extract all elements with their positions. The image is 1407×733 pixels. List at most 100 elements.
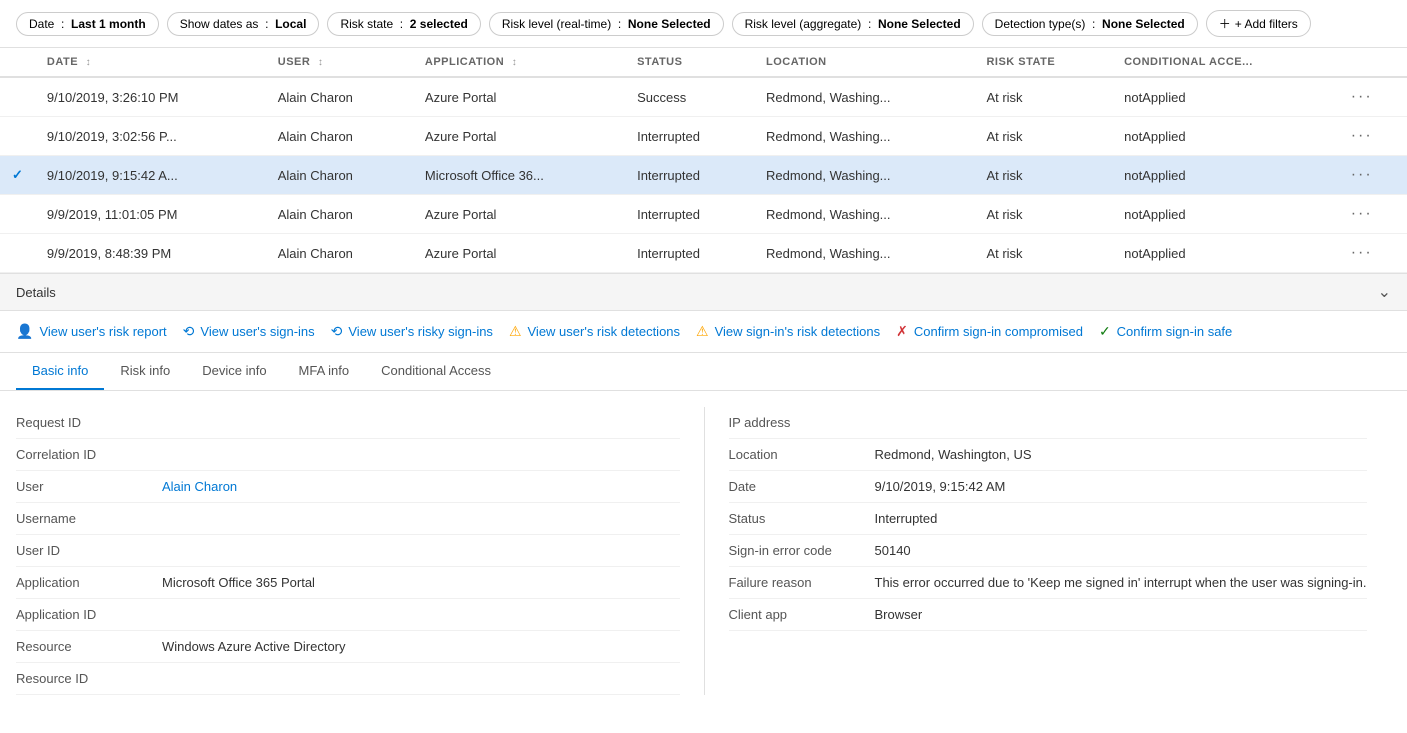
action-sign-ins-button[interactable]: ⟲ View user's sign-ins [183,323,315,340]
row-location: Redmond, Washing... [754,156,974,195]
action-confirm-safe-button[interactable]: ✓ Confirm sign-in safe [1099,323,1232,340]
row-status: Interrupted [625,195,754,234]
risk-level-realtime-label: Risk level (real-time) [502,17,611,31]
tab-mfa-info[interactable]: MFA info [283,353,366,390]
risk-report-label: View user's risk report [39,324,166,339]
risk-level-aggregate-filter[interactable]: Risk level (aggregate) : None Selected [732,12,974,36]
detail-label: User [16,479,146,494]
detail-tabs: Basic infoRisk infoDevice infoMFA infoCo… [0,353,1407,391]
confirm-compromised-icon: ✗ [896,323,908,340]
detail-value: 50140 [875,543,911,558]
details-bar-title: Details [16,285,56,300]
add-filters-button[interactable]: ＋ + Add filters [1206,10,1311,37]
add-filters-icon: ＋ [1219,15,1231,32]
application-column-header[interactable]: APPLICATION ↕ [413,48,625,77]
detail-value: This error occurred due to 'Keep me sign… [875,575,1367,590]
table-row[interactable]: 9/10/2019, 3:02:56 P... Alain Charon Azu… [0,117,1407,156]
row-status: Success [625,77,754,117]
risk-level-aggregate-value: None Selected [878,17,961,31]
table-row[interactable]: ✓ 9/10/2019, 9:15:42 A... Alain Charon M… [0,156,1407,195]
row-status: Interrupted [625,156,754,195]
detail-label: Date [729,479,859,494]
action-risky-sign-ins-button[interactable]: ⟲ View user's risky sign-ins [331,323,493,340]
filter-bar: Date : Last 1 month Show dates as : Loca… [0,0,1407,48]
row-more-button[interactable]: ··· [1351,127,1373,145]
row-more-cell[interactable]: ··· [1339,195,1407,234]
row-date: 9/9/2019, 11:01:05 PM [35,195,266,234]
details-chevron-icon: ⌄ [1378,282,1391,302]
table-row[interactable]: 9/9/2019, 11:01:05 PM Alain Charon Azure… [0,195,1407,234]
date-filter[interactable]: Date : Last 1 month [16,12,159,36]
detail-row: Location Redmond, Washington, US [729,439,1368,471]
row-more-cell[interactable]: ··· [1339,234,1407,273]
row-status: Interrupted [625,117,754,156]
table-header-row: DATE ↕ USER ↕ APPLICATION ↕ STATUS LOCAT… [0,48,1407,77]
row-user: Alain Charon [266,117,413,156]
row-user: Alain Charon [266,234,413,273]
sign-ins-icon: ⟲ [183,323,195,340]
table-row[interactable]: 9/9/2019, 8:48:39 PM Alain Charon Azure … [0,234,1407,273]
detail-row: User Alain Charon [16,471,680,503]
row-more-button[interactable]: ··· [1351,244,1373,262]
detail-label: Request ID [16,415,146,430]
actions-bar: 👤 View user's risk report ⟲ View user's … [0,311,1407,353]
detail-label: Application [16,575,146,590]
risk-state-value: 2 selected [410,17,468,31]
row-more-cell[interactable]: ··· [1339,117,1407,156]
row-more-cell[interactable]: ··· [1339,156,1407,195]
row-location: Redmond, Washing... [754,195,974,234]
detail-label: Failure reason [729,575,859,590]
detection-types-filter[interactable]: Detection type(s) : None Selected [982,12,1198,36]
row-more-button[interactable]: ··· [1351,166,1373,184]
detail-value: Browser [875,607,923,622]
detail-label: User ID [16,543,146,558]
user-column-header[interactable]: USER ↕ [266,48,413,77]
detail-row: Application ID [16,599,680,631]
detail-row: Resource ID [16,663,680,695]
action-risk-detections-button[interactable]: ⚠ View user's risk detections [509,323,680,340]
row-select-cell[interactable] [0,234,35,273]
confirm-compromised-label: Confirm sign-in compromised [914,324,1083,339]
show-dates-value: Local [275,17,306,31]
row-select-cell[interactable] [0,77,35,117]
detail-value-link[interactable]: Alain Charon [162,479,237,494]
user-sort-icon: ↕ [318,57,324,68]
row-more-button[interactable]: ··· [1351,205,1373,223]
row-more-button[interactable]: ··· [1351,88,1373,106]
row-location: Redmond, Washing... [754,117,974,156]
tab-conditional-access[interactable]: Conditional Access [365,353,507,390]
risk-state-label: Risk state [340,17,393,31]
action-risk-report-button[interactable]: 👤 View user's risk report [16,323,167,340]
row-application: Azure Portal [413,195,625,234]
row-location: Redmond, Washing... [754,234,974,273]
row-risk-state: At risk [974,195,1112,234]
row-select-cell[interactable]: ✓ [0,156,35,195]
row-user: Alain Charon [266,77,413,117]
risk-level-aggregate-label: Risk level (aggregate) [745,17,862,31]
tab-device-info[interactable]: Device info [186,353,282,390]
table-row[interactable]: 9/10/2019, 3:26:10 PM Alain Charon Azure… [0,77,1407,117]
row-date: 9/10/2019, 9:15:42 A... [35,156,266,195]
tab-basic-info[interactable]: Basic info [16,353,104,390]
detail-label: Client app [729,607,859,622]
tab-risk-info[interactable]: Risk info [104,353,186,390]
select-all-header [0,48,35,77]
row-more-cell[interactable]: ··· [1339,77,1407,117]
detail-label: Resource ID [16,671,146,686]
detail-label: Application ID [16,607,146,622]
action-confirm-compromised-button[interactable]: ✗ Confirm sign-in compromised [896,323,1083,340]
risky-sign-ins-icon: ⟲ [331,323,343,340]
detail-row: Sign-in error code 50140 [729,535,1368,567]
show-dates-filter[interactable]: Show dates as : Local [167,12,320,36]
date-column-header[interactable]: DATE ↕ [35,48,266,77]
action-signin-risk-detections-button[interactable]: ⚠ View sign-in's risk detections [696,323,880,340]
risk-level-realtime-filter[interactable]: Risk level (real-time) : None Selected [489,12,724,36]
row-select-cell[interactable] [0,195,35,234]
detail-row: Date 9/10/2019, 9:15:42 AM [729,471,1368,503]
date-filter-label: Date [29,17,54,31]
detail-row: Correlation ID [16,439,680,471]
row-user: Alain Charon [266,195,413,234]
details-bar[interactable]: Details ⌄ [0,273,1407,311]
risk-state-filter[interactable]: Risk state : 2 selected [327,12,480,36]
row-select-cell[interactable] [0,117,35,156]
